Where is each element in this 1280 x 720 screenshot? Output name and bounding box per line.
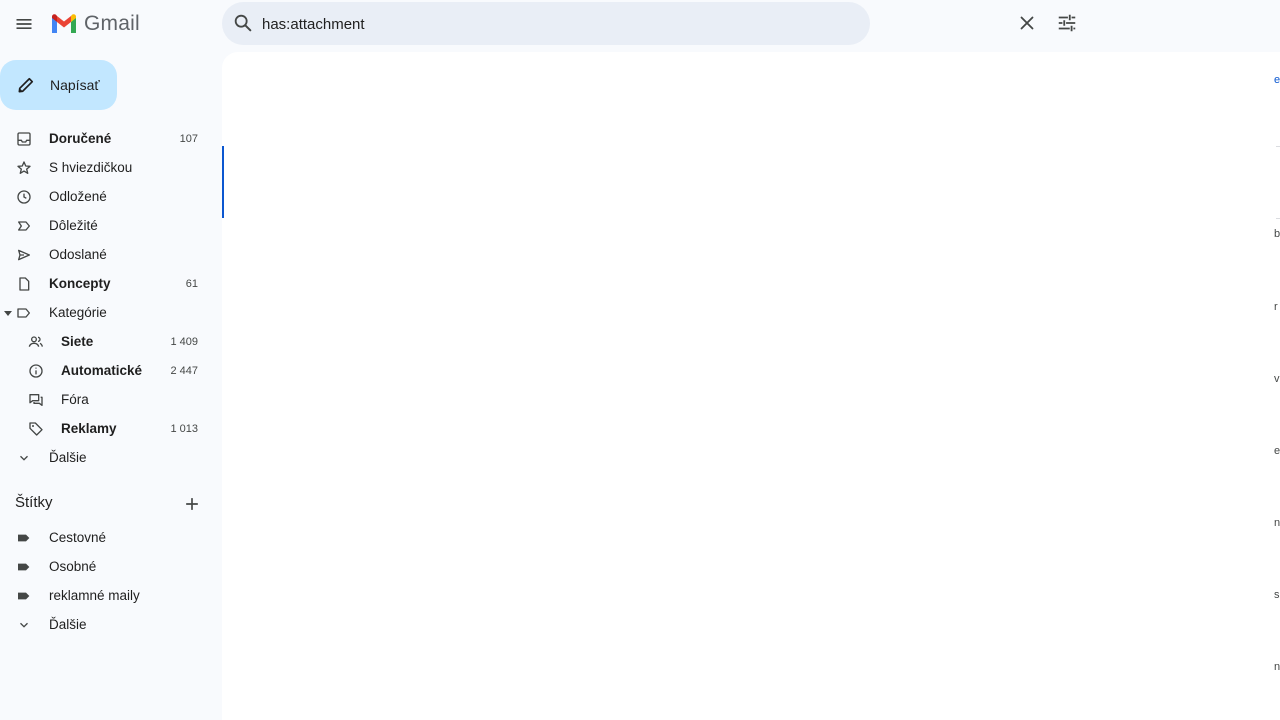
search-input[interactable] <box>262 8 782 40</box>
sidebar-item-label: Automatické <box>61 363 143 378</box>
sidebar-item-starred[interactable]: S hviezdičkou <box>0 153 220 182</box>
sidebar-item-more[interactable]: Ďalšie <box>0 443 220 472</box>
labels-more[interactable]: Ďalšie <box>0 610 220 639</box>
clipped-text: e <box>1274 74 1280 86</box>
important-icon <box>15 217 33 235</box>
sidebar-nav: Doručené 107 S hviezdičkou Odložené Dôle… <box>0 124 220 472</box>
compose-button[interactable]: Napísať <box>0 60 117 110</box>
sidebar-item-label: Dôležité <box>49 218 98 233</box>
sidebar-item-categories[interactable]: Kategórie <box>0 298 220 327</box>
clipped-text: n <box>1274 661 1280 673</box>
sidebar-item-label: Doručené <box>49 131 112 146</box>
sidebar-item-sent[interactable]: Odoslané <box>0 240 220 269</box>
unread-count: 1 409 <box>170 335 198 348</box>
star-icon <box>15 159 33 177</box>
sidebar-item-drafts[interactable]: Koncepty 61 <box>0 269 220 298</box>
draft-icon <box>15 275 33 293</box>
divider <box>1276 146 1280 147</box>
sidebar-item-label: Odložené <box>49 189 107 204</box>
sidebar-item-label: Odoslané <box>49 247 107 262</box>
clipped-text: r <box>1274 301 1278 313</box>
label-filled-icon <box>15 587 33 605</box>
people-icon <box>27 333 45 351</box>
clipped-text: s <box>1274 589 1280 601</box>
caret-down-icon[interactable] <box>4 309 12 317</box>
sidebar-item-forums[interactable]: Fóra <box>0 385 220 414</box>
sidebar-item-label: Reklamy <box>61 421 117 436</box>
label-item-reklamne-maily[interactable]: reklamné maily <box>0 581 220 610</box>
label-item-cestovne[interactable]: Cestovné <box>0 523 220 552</box>
main-content <box>222 52 1280 720</box>
sidebar-item-important[interactable]: Dôležité <box>0 211 220 240</box>
close-icon[interactable] <box>1016 12 1038 34</box>
label-item-label: Osobné <box>49 559 97 574</box>
label-item-label: reklamné maily <box>49 588 140 603</box>
sidebar-item-promotions[interactable]: Reklamy 1 013 <box>0 414 220 443</box>
tag-icon <box>27 420 45 438</box>
send-icon <box>15 246 33 264</box>
labels-list: Cestovné Osobné reklamné maily Ďalšie <box>0 523 220 639</box>
sidebar-item-social[interactable]: Siete 1 409 <box>0 327 220 356</box>
info-icon <box>27 362 45 380</box>
sidebar-item-label: Fóra <box>61 392 89 407</box>
inbox-icon <box>15 130 33 148</box>
clipped-text: b <box>1274 228 1280 240</box>
sidebar-item-updates[interactable]: Automatické 2 447 <box>0 356 220 385</box>
clipped-text: e <box>1274 445 1280 457</box>
sidebar-item-label: Siete <box>61 334 94 349</box>
label-filled-icon <box>15 529 33 547</box>
scroll-indicator <box>222 146 224 218</box>
search-options-icon[interactable] <box>1056 12 1078 34</box>
compose-label: Napísať <box>50 77 100 93</box>
divider <box>1276 218 1280 219</box>
search-icon[interactable] <box>232 12 254 34</box>
hamburger-menu-icon <box>16 19 32 29</box>
search-bar <box>222 2 1076 45</box>
draft-count: 61 <box>185 277 198 290</box>
sidebar-item-inbox[interactable]: Doručené 107 <box>0 124 220 153</box>
label-item-osobne[interactable]: Osobné <box>0 552 220 581</box>
gmail-logo[interactable]: Gmail <box>50 11 140 37</box>
label-item-label: Cestovné <box>49 530 107 545</box>
unread-count: 2 447 <box>170 364 198 377</box>
sidebar-item-label: S hviezdičkou <box>49 160 133 175</box>
labels-more-label: Ďalšie <box>49 617 87 632</box>
top-bar: Gmail <box>0 0 1280 48</box>
gmail-m-icon <box>52 14 76 33</box>
label-icon <box>15 304 33 322</box>
unread-count: 107 <box>179 132 198 145</box>
clipped-text: n <box>1274 517 1280 529</box>
sidebar-item-label: Koncepty <box>49 276 111 291</box>
labels-title: Štítky <box>15 494 53 511</box>
pencil-icon <box>18 77 34 93</box>
clipped-text: v <box>1274 373 1280 385</box>
chevron-down-icon <box>15 449 33 467</box>
main-menu-button[interactable] <box>8 8 40 40</box>
labels-header: Štítky <box>0 490 220 518</box>
forum-icon <box>27 391 45 409</box>
sidebar-item-label: Ďalšie <box>49 450 87 465</box>
app-name: Gmail <box>84 12 140 35</box>
label-filled-icon <box>15 558 33 576</box>
unread-count: 1 013 <box>170 422 198 435</box>
chevron-down-icon <box>15 616 33 634</box>
sidebar-item-label: Kategórie <box>49 305 107 320</box>
add-label-icon[interactable] <box>182 494 202 514</box>
clock-icon <box>15 188 33 206</box>
sidebar-item-snoozed[interactable]: Odložené <box>0 182 220 211</box>
